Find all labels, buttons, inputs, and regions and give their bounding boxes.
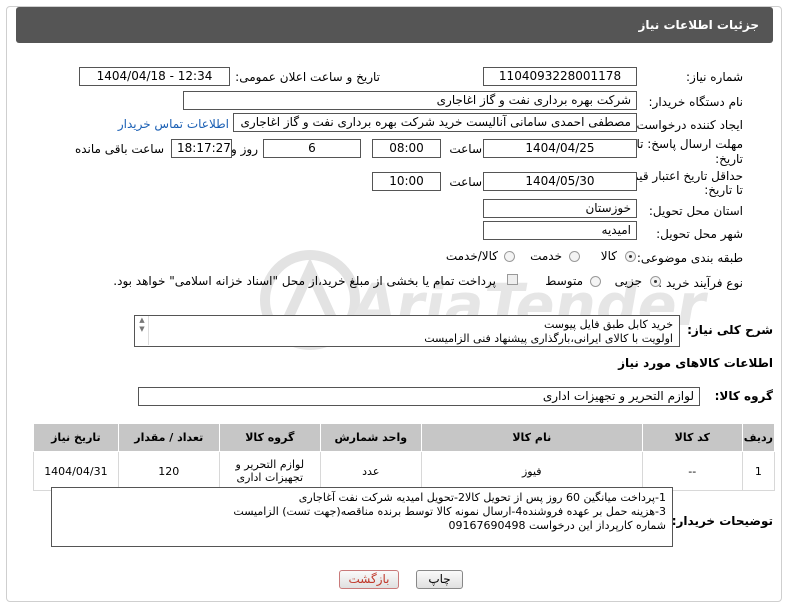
buyer-org-field: شرکت بهره برداری نفت و گاز اغاجاری (183, 91, 637, 110)
category-option-goods-service: کالا/خدمت (445, 249, 498, 263)
general-desc-scrollbar[interactable]: ▲ ▼ (136, 316, 149, 345)
col-header-unit: واحد شمارش (319, 423, 422, 452)
table-header-row: ردیف کد کالا نام کالا واحد شمارش گروه کا… (33, 423, 776, 452)
col-header-goods-group: گروه کالا (218, 423, 321, 452)
back-button[interactable]: بازگشت (339, 570, 399, 589)
buyer-notes-line-2: 3-هزینه حمل بر عهده فروشنده4-ارسال نمونه… (233, 505, 666, 518)
cell-need-date: 1404/04/31 (33, 451, 119, 491)
deadline-date-field: 1404/04/25 (483, 139, 637, 158)
col-header-goods-code: کد کالا (641, 423, 743, 452)
category-radio-goods-service[interactable] (504, 251, 515, 262)
process-option-medium: متوسط (545, 274, 583, 288)
col-header-goods-name: نام کالا (420, 423, 643, 452)
cell-goods-group: لوازم التحریر و تجهیزات اداری (218, 451, 321, 491)
requester-field: مصطفی احمدی سامانی آنالیست خرید شرکت بهر… (233, 113, 637, 132)
goods-table: ردیف کد کالا نام کالا واحد شمارش گروه کا… (33, 423, 776, 491)
goods-info-title: اطلاعات کالاهای مورد نیاز (618, 356, 773, 370)
col-header-quantity: تعداد / مقدار (117, 423, 220, 452)
general-desc-label: شرح کلی نیاز: (687, 323, 773, 337)
deadline-time-field: 08:00 (372, 139, 441, 158)
col-header-need-date: تاریخ نیاز (33, 423, 119, 452)
cell-unit: عدد (319, 451, 422, 491)
treasury-payment-note: پرداخت تمام یا بخشی از مبلغ خرید،از محل … (113, 274, 496, 288)
requester-label: ایجاد کننده درخواست: (632, 118, 743, 132)
process-radio-medium[interactable] (590, 276, 601, 287)
process-option-minor: جزیی (614, 274, 642, 288)
cell-quantity: 120 (117, 451, 220, 491)
province-label: استان محل تحویل: (648, 204, 743, 218)
buyer-notes-line-3: شماره کارپرداز این درخواست 09167690498 (448, 519, 666, 532)
treasury-payment-checkbox[interactable] (507, 274, 518, 285)
page-header: جزئیات اطلاعات نیاز (16, 7, 773, 43)
category-option-service: خدمت (530, 249, 562, 263)
province-field: خوزستان (483, 199, 637, 218)
general-desc-line-1: خرید کابل طبق فایل پیوست (543, 318, 673, 331)
remaining-time-label: ساعت باقی مانده (74, 142, 164, 156)
need-number-field: 1104093228001178 (483, 67, 637, 86)
announce-datetime-field: 1404/04/18 - 12:34 (79, 67, 230, 86)
buyer-notes-label: توضیحات خریدار: (671, 514, 773, 528)
col-header-row-number: ردیف (741, 423, 776, 452)
price-validity-time-label: ساعت (449, 175, 482, 189)
page-title: جزئیات اطلاعات نیاز (638, 18, 759, 32)
price-validity-label-line2: تا تاریخ: (704, 183, 743, 197)
deadline-days-field: 6 (263, 139, 361, 158)
print-button[interactable]: چاپ (416, 570, 463, 589)
buyer-notes-textarea[interactable]: 1-پرداخت میانگین 60 روز پس از تحویل کالا… (51, 487, 673, 547)
cell-goods-name: فیوز (420, 451, 643, 491)
category-option-goods: کالا (600, 249, 617, 263)
buyer-contact-link[interactable]: اطلاعات تماس خریدار (118, 117, 229, 131)
general-desc-line-2: اولویت با کالای ایرانی،بارگذاری پیشنهاد … (424, 332, 673, 345)
buyer-org-label: نام دستگاه خریدار: (648, 95, 744, 109)
need-number-label: شماره نیاز: (686, 70, 743, 84)
city-label: شهر محل تحویل: (656, 227, 743, 241)
price-validity-time-field: 10:00 (372, 172, 441, 191)
category-label: طبقه بندی موضوعی: (636, 251, 743, 265)
goods-group-label: گروه کالا: (714, 389, 773, 403)
city-field: امیدیه (483, 221, 637, 240)
deadline-time-label: ساعت (449, 142, 482, 156)
deadline-days-label: روز و (231, 142, 258, 156)
cell-row-number: 1 (741, 451, 776, 491)
scroll-up-icon[interactable]: ▲ (136, 316, 148, 325)
deadline-label-line2: تاریخ: (715, 152, 743, 166)
price-validity-date-field: 1404/05/30 (483, 172, 637, 191)
deadline-label-line1: مهلت ارسال پاسخ: تا (636, 137, 743, 151)
process-label: نوع فرآیند خرید : (658, 276, 743, 290)
buyer-notes-line-1: 1-پرداخت میانگین 60 روز پس از تحویل کالا… (298, 491, 666, 504)
remaining-time-field: 18:17:27 (171, 139, 232, 158)
announce-datetime-label: تاریخ و ساعت اعلان عمومی: (235, 70, 380, 84)
scroll-down-icon[interactable]: ▼ (136, 325, 148, 334)
category-radio-service[interactable] (569, 251, 580, 262)
general-desc-textarea[interactable]: خرید کابل طبق فایل پیوست اولویت با کالای… (134, 315, 680, 347)
cell-goods-code: -- (641, 451, 743, 491)
goods-group-field: لوازم التحریر و تجهیزات اداری (138, 387, 700, 406)
process-radio-minor[interactable] (650, 276, 661, 287)
category-radio-goods[interactable] (625, 251, 636, 262)
table-row[interactable]: 1 -- فیوز عدد لوازم التحریر و تجهیزات اد… (33, 451, 776, 491)
